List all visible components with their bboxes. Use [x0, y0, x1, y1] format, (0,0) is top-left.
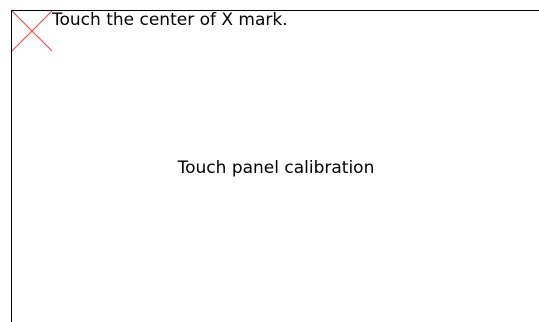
x-mark-icon[interactable]	[12, 11, 52, 51]
calibration-title: Touch panel calibration	[177, 158, 375, 178]
instruction-text: Touch the center of X mark.	[52, 10, 288, 30]
calibration-screen[interactable]: Touch the center of X mark. Touch panel …	[11, 10, 539, 322]
